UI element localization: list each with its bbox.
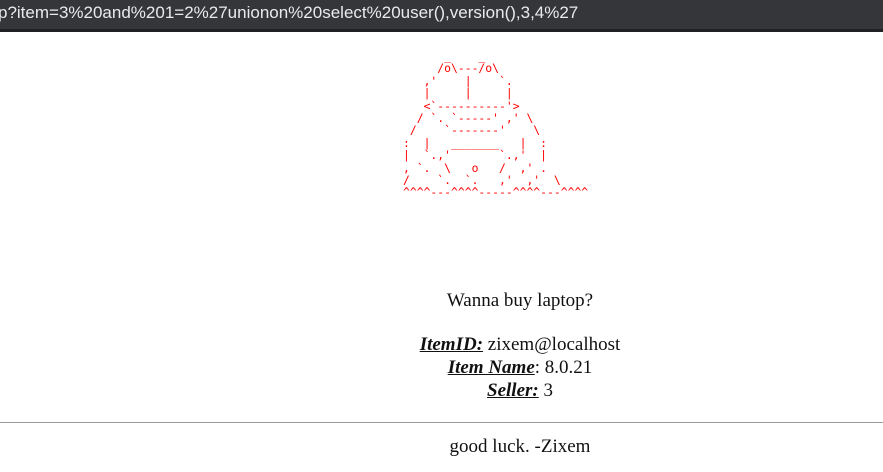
seller-value: 3 bbox=[543, 380, 553, 401]
item-details: ItemID: zixem@localhost Item Name: 8.0.2… bbox=[0, 333, 883, 402]
footer-text: good luck. -Zixem bbox=[449, 436, 591, 457]
item-id-row: ItemID: zixem@localhost bbox=[0, 333, 883, 356]
item-id-label: ItemID: bbox=[419, 334, 484, 355]
browser-address-bar[interactable]: p?item=3%20and%201=2%27unionon%20select%… bbox=[0, 0, 883, 32]
url-text[interactable]: p?item=3%20and%201=2%27unionon%20select%… bbox=[0, 3, 578, 23]
item-name-value: : 8.0.21 bbox=[534, 357, 593, 378]
item-id-value: zixem@localhost bbox=[487, 334, 621, 355]
divider bbox=[0, 422, 883, 423]
item-name-row: Item Name: 8.0.21 bbox=[0, 356, 883, 379]
ascii-art-text: _ _ /o\---/o\ ,' | `. | | | <`----------… bbox=[403, 49, 589, 200]
seller-label: Seller: bbox=[487, 380, 539, 401]
seller-row: Seller: 3 bbox=[0, 379, 883, 402]
item-name-label: Item Name bbox=[447, 357, 535, 378]
page-question: Wanna buy laptop? bbox=[446, 290, 594, 311]
